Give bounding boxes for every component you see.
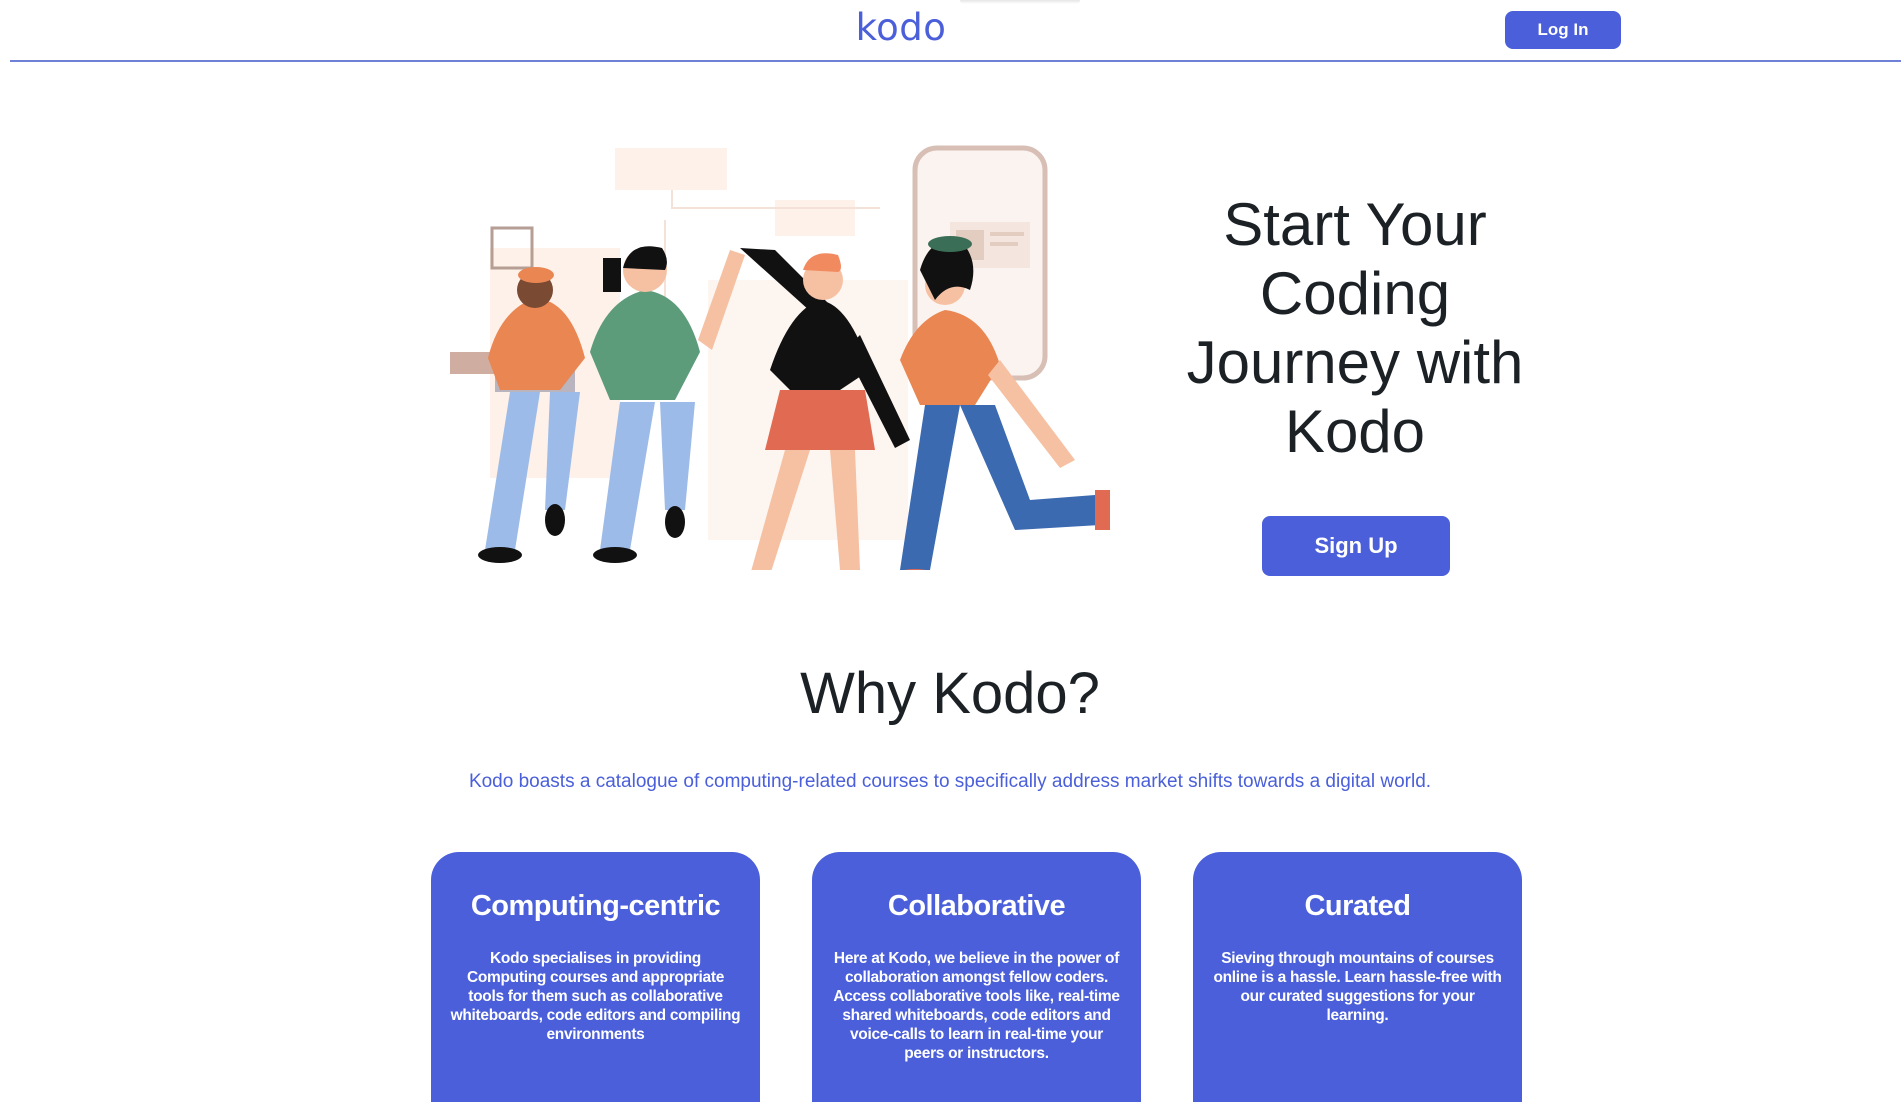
hero-title: Start Your Coding Journey with Kodo xyxy=(1186,191,1524,465)
feature-card-title: Computing-centric xyxy=(470,890,721,922)
feature-card-title: Curated xyxy=(1304,890,1411,922)
feature-card-computing-centric: Computing-centric Kodo specialises in pr… xyxy=(431,852,760,1102)
kodo-logo[interactable]: kodo xyxy=(846,6,956,49)
feature-card-title: Collaborative xyxy=(887,890,1066,922)
feature-card-text: Sieving through mountains of courses onl… xyxy=(1213,950,1502,1024)
feature-card-text: Kodo specialises in providing Computing … xyxy=(450,950,741,1043)
feature-card-curated: Curated Sieving through mountains of cou… xyxy=(1193,852,1522,1102)
feature-card-collaborative: Collaborative Here at Kodo, we believe i… xyxy=(812,852,1141,1102)
navbar-shadow xyxy=(960,0,1080,4)
feature-card-text: Here at Kodo, we believe in the power of… xyxy=(833,950,1120,1062)
why-kodo-heading: Why Kodo? xyxy=(800,661,1100,726)
hero-illustration xyxy=(450,145,1110,570)
signup-button[interactable]: Sign Up xyxy=(1262,516,1450,576)
why-kodo-description: Kodo boasts a catalogue of computing-rel… xyxy=(468,771,1432,792)
login-button[interactable]: Log In xyxy=(1505,11,1621,49)
